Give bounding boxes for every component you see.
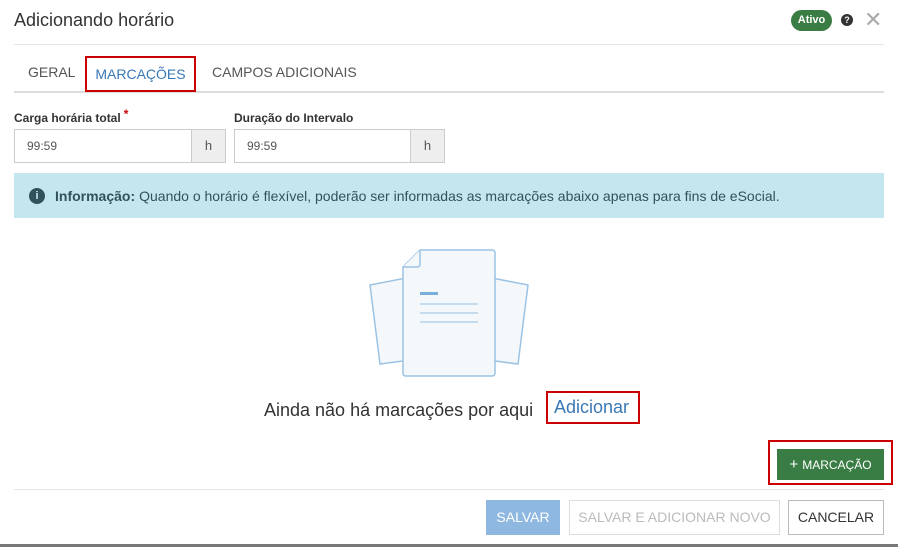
close-icon[interactable]: ✕: [864, 8, 882, 32]
add-marcacao-button[interactable]: + MARCAÇÃO: [777, 449, 884, 480]
footer-divider: [14, 489, 884, 490]
tab-geral[interactable]: GERAL: [28, 56, 75, 91]
empty-state-text: Ainda não há marcações por aqui: [264, 400, 534, 420]
question-circle-icon[interactable]: ?: [841, 14, 853, 26]
duracao-intervalo-field[interactable]: 99:59 h: [234, 129, 445, 163]
status-badge: Ativo: [791, 10, 832, 31]
plus-icon: +: [789, 456, 799, 473]
info-text: Quando o horário é flexível, poderão ser…: [139, 187, 780, 204]
info-title: Informação:: [55, 187, 136, 204]
modal-title: Adicionando horário: [14, 10, 175, 30]
info-alert: i Informação: Quando o horário é flexíve…: [14, 173, 884, 218]
modal-header: Adicionando horário Ativo ? ✕: [0, 0, 898, 44]
save-and-add-new-button[interactable]: SALVAR E ADICIONAR NOVO: [569, 500, 780, 535]
documents-illustration: [369, 249, 529, 377]
tab-marcacoes[interactable]: MARCAÇÕES: [85, 56, 196, 92]
carga-horaria-input[interactable]: 99:59: [15, 130, 191, 162]
duracao-intervalo-label: Duração do Intervalo: [234, 111, 354, 125]
duracao-intervalo-unit: h: [410, 130, 444, 162]
cancel-button[interactable]: CANCELAR: [788, 500, 884, 535]
tab-campos-adicionais[interactable]: CAMPOS ADICIONAIS: [212, 56, 357, 91]
carga-horaria-field[interactable]: 99:59 h: [14, 129, 226, 163]
save-button[interactable]: SALVAR: [486, 500, 560, 535]
info-circle-icon: i: [29, 187, 45, 204]
duracao-intervalo-input[interactable]: 99:59: [235, 130, 410, 162]
adicionar-link[interactable]: Adicionar: [546, 391, 640, 424]
carga-horaria-label: Carga horária total *: [14, 107, 129, 125]
required-marker: *: [123, 107, 129, 121]
header-divider: [14, 44, 884, 45]
carga-horaria-unit: h: [191, 130, 225, 162]
tab-bar: GERAL MARCAÇÕES CAMPOS ADICIONAIS: [14, 56, 884, 93]
add-marcacao-label: MARCAÇÃO: [802, 458, 872, 472]
